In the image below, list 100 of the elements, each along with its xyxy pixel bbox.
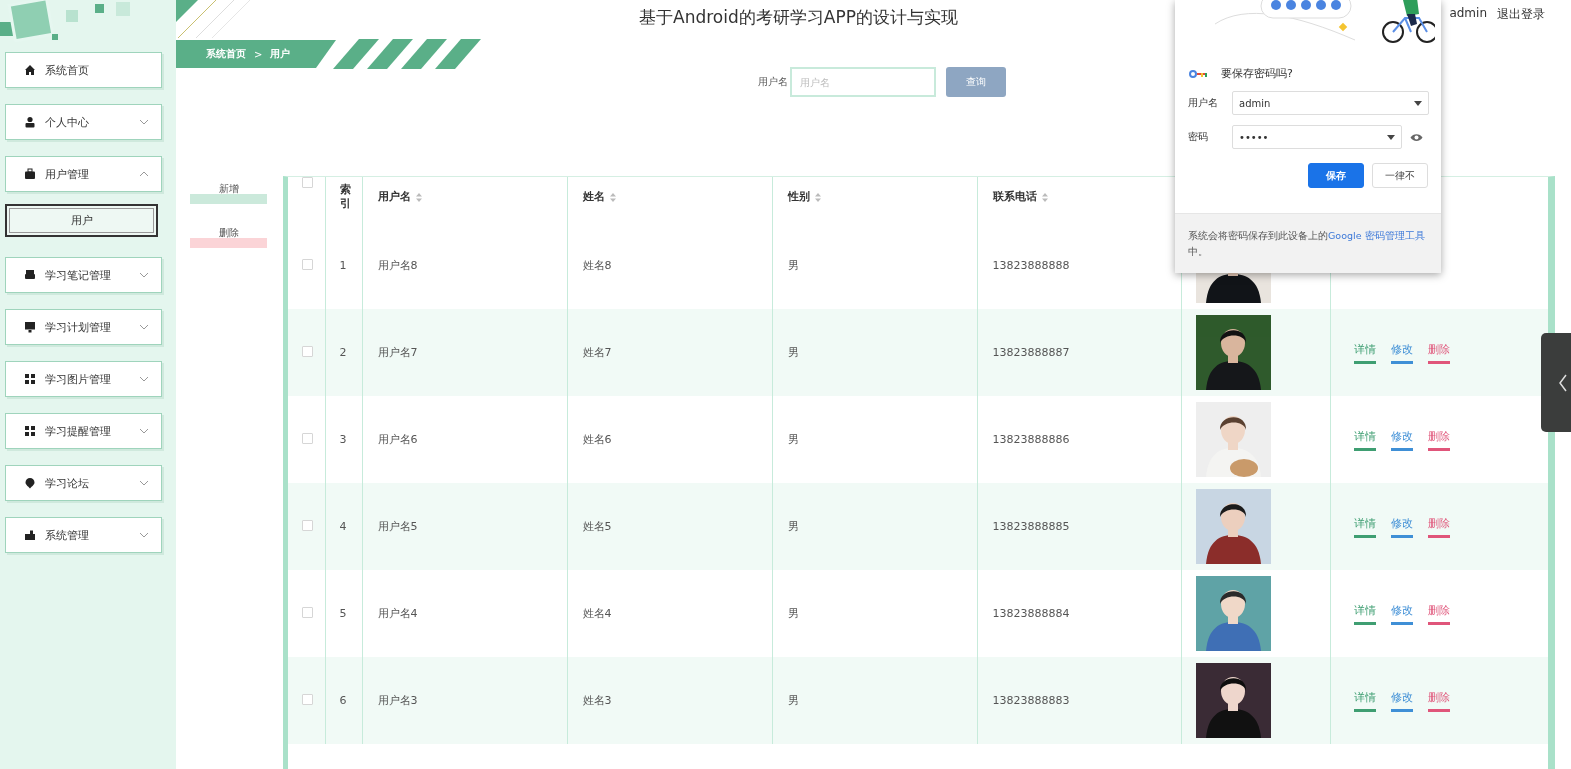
table-cell: 用户名4 (377, 607, 418, 620)
checkbox[interactable] (302, 258, 313, 270)
grid-icon (24, 425, 36, 437)
edit-link[interactable]: 修改 (1390, 428, 1413, 451)
table-cell: 13823888885 (992, 520, 1070, 533)
chevron-up-icon (139, 171, 149, 177)
password-manager-link[interactable]: Google 密码管理工具 (1328, 230, 1425, 241)
table-cell: 用户名6 (377, 433, 418, 446)
table-cell: 5 (339, 607, 347, 620)
column-header[interactable]: 性别 (787, 190, 810, 203)
chevron-down-icon (139, 324, 149, 330)
column-header[interactable]: 联系电话 (992, 190, 1037, 203)
table-cell: 13823888888 (992, 259, 1070, 272)
menu-item[interactable]: 学习提醒管理 (5, 413, 162, 449)
table-cell: 2 (339, 346, 347, 359)
save-button[interactable]: 保存 (1308, 163, 1364, 188)
table-cell: 男 (787, 520, 799, 533)
menu-item[interactable]: 学习计划管理 (5, 309, 162, 345)
briefcase-icon (24, 168, 36, 180)
table-cell: 1 (339, 259, 347, 272)
delete-button[interactable]: 删除 (190, 226, 267, 248)
menu-item[interactable]: 学习图片管理 (5, 361, 162, 397)
caret-icon[interactable] (1414, 100, 1422, 106)
table-cell: 姓名4 (582, 607, 612, 620)
logout-link[interactable]: 退出登录 (1497, 6, 1545, 23)
edit-link[interactable]: 修改 (1390, 602, 1413, 625)
table-cell: 4 (339, 520, 347, 533)
details-link[interactable]: 详情 (1353, 602, 1376, 625)
menu-item[interactable]: 用户管理 (5, 156, 162, 192)
home-icon (24, 64, 36, 76)
sort-icon[interactable] (814, 192, 821, 202)
table-cell: 13823888884 (992, 607, 1070, 620)
key-icon (1189, 69, 1209, 78)
delete-link[interactable]: 删除 (1427, 515, 1450, 538)
table-cell: 13823888883 (992, 694, 1070, 707)
caret-icon[interactable] (1387, 134, 1395, 140)
column-header: 索引 (339, 183, 351, 212)
printer-icon (24, 269, 36, 281)
checkbox[interactable] (302, 177, 313, 188)
menu-item[interactable]: 系统管理 (5, 517, 162, 553)
eye-icon[interactable] (1410, 132, 1423, 142)
table-cell: 姓名3 (582, 694, 612, 707)
pin-icon (24, 477, 36, 489)
table-cell: 男 (787, 346, 799, 359)
checkbox[interactable] (302, 345, 313, 357)
field-label: 用户名 (1188, 96, 1219, 110)
table-cell: 用户名5 (377, 520, 418, 533)
table-cell: 男 (787, 259, 799, 272)
user-icon (24, 116, 36, 128)
chevron-down-icon (139, 428, 149, 434)
details-link[interactable]: 详情 (1353, 428, 1376, 451)
checkbox[interactable] (302, 606, 313, 618)
submenu-item[interactable]: 用户 (5, 204, 158, 237)
delete-link[interactable]: 删除 (1427, 689, 1450, 712)
menu-item[interactable]: 个人中心 (5, 104, 162, 140)
column-header[interactable]: 姓名 (582, 190, 605, 203)
delete-link[interactable]: 删除 (1427, 602, 1450, 625)
never-button[interactable]: 一律不 (1372, 163, 1428, 188)
table-cell: 3 (339, 433, 347, 446)
app-title: 基于Android的考研学习APP的设计与实现 (639, 5, 958, 29)
grid-icon (24, 373, 36, 385)
delete-link[interactable]: 删除 (1427, 428, 1450, 451)
table-cell: 用户名8 (377, 259, 418, 272)
table-cell: 6 (339, 694, 347, 707)
chevron-down-icon (139, 272, 149, 278)
chevron-down-icon (139, 376, 149, 382)
username-field[interactable]: admin (1232, 91, 1429, 115)
table-cell: 用户名7 (377, 346, 418, 359)
delete-link[interactable]: 删除 (1427, 341, 1450, 364)
checkbox[interactable] (302, 693, 313, 705)
footer-text: 系统会将密码保存到此设备上的Google 密码管理工具 中。 (1188, 229, 1426, 260)
search-label: 用户名 (757, 75, 788, 89)
add-button[interactable]: 新增 (190, 182, 267, 204)
sort-icon[interactable] (1041, 192, 1048, 202)
sort-icon[interactable] (415, 192, 422, 202)
checkbox[interactable] (302, 432, 313, 444)
checkbox[interactable] (302, 519, 313, 531)
chevron-left-icon (1559, 373, 1567, 392)
table-cell: 姓名7 (582, 346, 612, 359)
dialog-title: 要保存密码吗? (1221, 66, 1293, 81)
table-cell: 用户名3 (377, 694, 418, 707)
menu-item[interactable]: 学习笔记管理 (5, 257, 162, 293)
menu-item[interactable]: 系统首页 (5, 52, 162, 88)
chevron-down-icon (139, 480, 149, 486)
column-header[interactable]: 用户名 (377, 190, 411, 203)
menu-item[interactable]: 学习论坛 (5, 465, 162, 501)
toolbox-icon (24, 529, 36, 541)
password-field[interactable]: ••••• (1232, 125, 1402, 149)
breadcrumb-separator: > (254, 48, 263, 60)
monitor-icon (24, 321, 36, 333)
table-cell: 男 (787, 607, 799, 620)
field-label: 密码 (1188, 130, 1209, 144)
table-cell: 男 (787, 694, 799, 707)
search-field[interactable]: 用户名 (789, 67, 936, 97)
table-cell: 13823888886 (992, 433, 1070, 446)
user-name: admin (1449, 6, 1487, 22)
side-panel-handle[interactable] (1541, 333, 1571, 432)
breadcrumb-current: 用户 (270, 47, 291, 61)
table-cell: 姓名8 (582, 259, 612, 272)
sort-icon[interactable] (609, 192, 616, 202)
